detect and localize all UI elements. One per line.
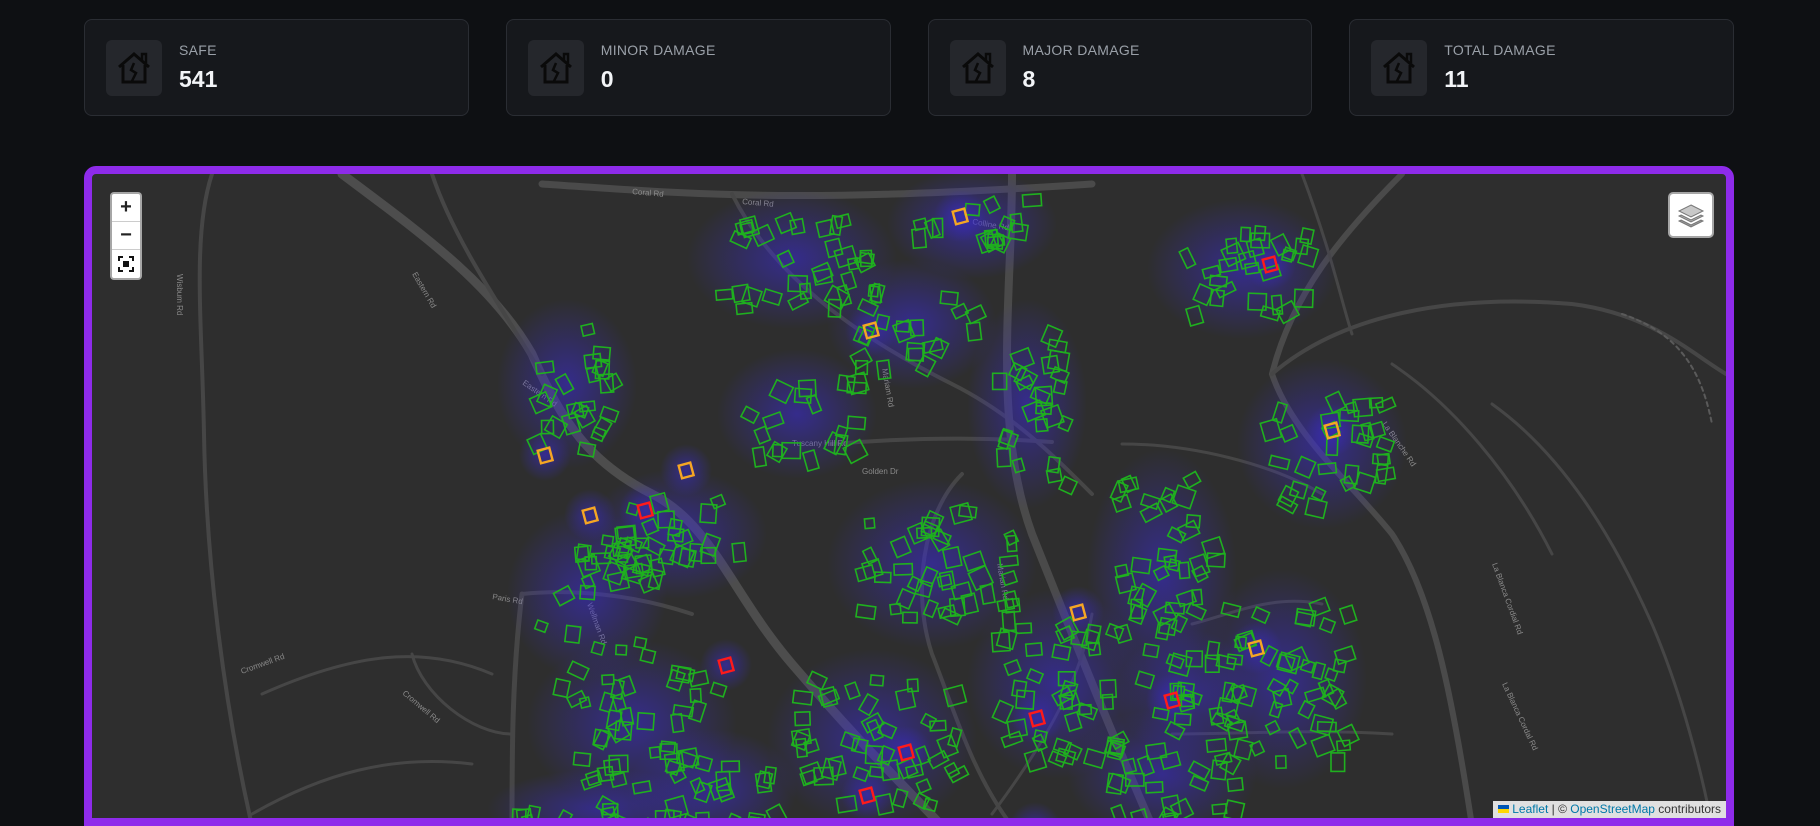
attribution-suffix: contributors [1654,802,1721,816]
heat-blob [660,444,712,496]
house-crack-icon [527,39,584,96]
damage-map[interactable]: Eastern RdEastern RdCoral RdCoral RdColl… [84,166,1734,826]
heat-blob [1011,802,1059,818]
stat-value: 8 [1022,66,1036,92]
stat-label: MAJOR DAMAGE [1022,42,1140,58]
building-safe[interactable] [626,822,645,826]
road-label: Coral Rd [632,187,664,199]
stat-label: TOTAL DAMAGE [1444,42,1556,58]
stat-value: 11 [1444,66,1469,92]
house-crack-icon [106,39,162,96]
building-safe[interactable] [751,816,771,826]
road-label: La Blanca Cordal Rd [1500,681,1539,752]
road-label: Golden Dr [862,467,899,476]
attribution-separator: | © [1548,802,1571,816]
map-canvas[interactable]: Eastern RdEastern RdCoral RdCoral RdColl… [92,174,1726,826]
layers-icon [1677,204,1705,228]
stat-card-safe: SAFE 541 [84,19,469,116]
heat-blob [845,304,897,356]
map-attribution: Leaflet | © OpenStreetMap contributors [1493,801,1726,818]
zoom-out-button[interactable]: − [112,222,140,250]
fullscreen-icon [118,256,134,272]
heat-blob [519,429,571,481]
house-crack-icon [949,39,1006,96]
stat-value: 541 [179,66,218,92]
building-safe[interactable] [733,816,753,826]
building-destroyed[interactable] [1028,821,1043,826]
stat-label: MINOR DAMAGE [600,42,716,58]
stats-row: SAFE 541 MINOR DAMAGE 0 MAJOR DAMAGE 8 T… [84,19,1734,116]
osm-link[interactable]: OpenStreetMap [1570,802,1655,816]
zoom-control: + − [110,192,142,280]
road-label: Wisbum Rd [175,274,184,315]
road-label: La Blanca Cordial Rd [1490,562,1524,636]
heat-blob [564,489,616,541]
stat-value: 0 [600,66,614,92]
building-safe[interactable] [747,815,762,826]
leaflet-link[interactable]: Leaflet [1512,802,1548,816]
stat-card-minor-damage: MINOR DAMAGE 0 [505,19,891,116]
zoom-in-button[interactable]: + [112,194,140,222]
stat-card-major-damage: MAJOR DAMAGE 8 [927,19,1313,116]
ukraine-flag-icon [1498,805,1510,813]
building-safe[interactable] [639,817,661,826]
stat-label: SAFE [179,42,217,58]
layers-button[interactable] [1668,192,1714,238]
road-label: Eastern Rd [410,271,438,310]
house-crack-icon [1371,39,1428,96]
heat-blob [717,349,877,479]
road-label: Cromwell Rd [240,652,286,676]
stat-card-total-damage: TOTAL DAMAGE 11 [1349,19,1734,116]
fullscreen-button[interactable] [112,250,140,278]
